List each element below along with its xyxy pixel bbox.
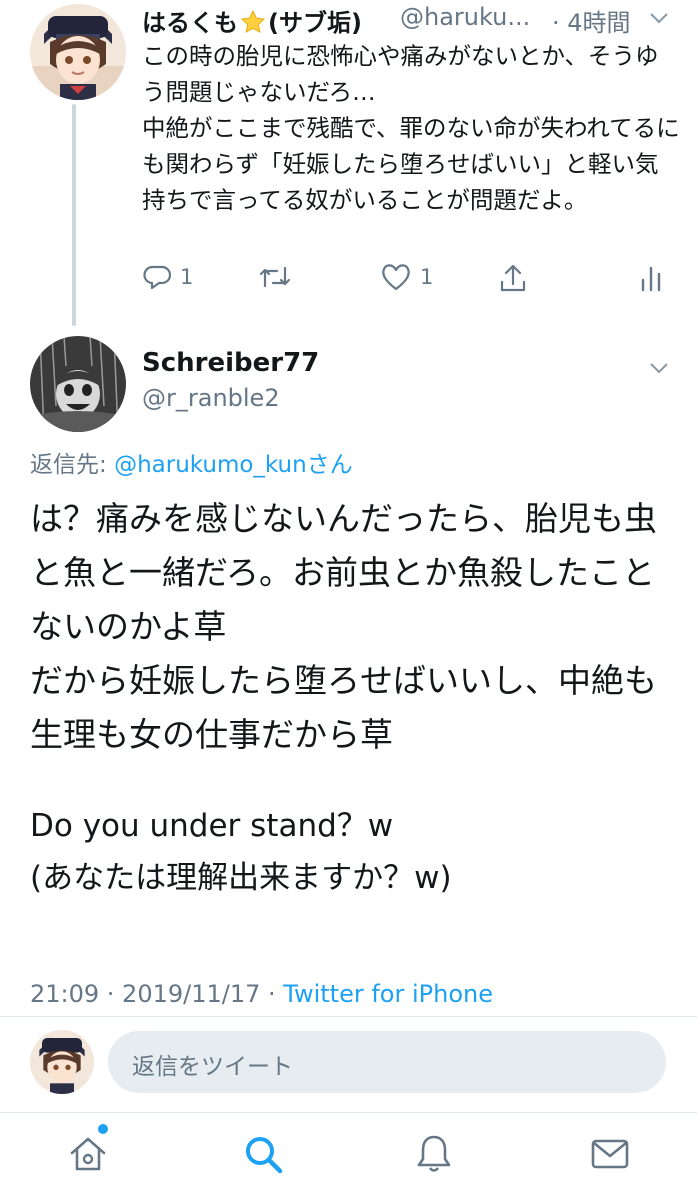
parent-name-suffix: (サブ垢) bbox=[268, 9, 362, 37]
parent-tweet-text: この時の胎児に恐怖心や痛みがないとか、そうゆう問題じゃないだろ… 中絶がここまで… bbox=[142, 42, 680, 214]
home-icon bbox=[70, 1137, 106, 1171]
reply-to-label: 返信先: bbox=[30, 452, 115, 478]
tab-bar-divider bbox=[0, 1112, 697, 1113]
star-icon bbox=[240, 9, 266, 34]
parent-like-count: 1 bbox=[420, 265, 434, 289]
parent-analytics-button[interactable] bbox=[638, 262, 664, 294]
parent-avatar[interactable] bbox=[30, 4, 126, 100]
main-display-name[interactable]: Schreiber77 bbox=[142, 348, 319, 378]
main-handle[interactable]: @r_ranble2 bbox=[142, 384, 280, 412]
reply-to-mention[interactable]: @harukumo_kunさん bbox=[114, 452, 353, 478]
parent-name-text: はるくも bbox=[142, 9, 238, 37]
tweet-timestamp: 21:09 · 2019/11/17 · bbox=[30, 980, 284, 1008]
notification-dot bbox=[98, 1124, 108, 1134]
main-tweet-text-english: Do you under stand？w (あなたは理解出来ますか？w) bbox=[30, 808, 452, 896]
notifications-icon bbox=[417, 1135, 451, 1172]
parent-chevron-down-icon[interactable] bbox=[649, 10, 669, 26]
like-icon bbox=[382, 264, 410, 291]
parent-reply-button[interactable]: 1 bbox=[142, 262, 193, 292]
tab-search[interactable] bbox=[241, 1132, 285, 1176]
reply-input[interactable]: 返信をツイート bbox=[108, 1031, 666, 1093]
parent-like-button[interactable]: 1 bbox=[380, 262, 433, 292]
analytics-icon bbox=[641, 266, 661, 292]
main-avatar[interactable] bbox=[30, 336, 126, 432]
share-icon bbox=[500, 264, 526, 292]
parent-handle[interactable]: @haruku... bbox=[400, 3, 530, 31]
divider bbox=[0, 1016, 697, 1017]
tab-home[interactable] bbox=[66, 1124, 110, 1176]
main-tweet-text: は？痛みを感じないんだったら、胎児も虫と魚と一緒だろ。お前虫とか魚殺したことない… bbox=[30, 499, 657, 754]
reply-placeholder: 返信をツイート bbox=[132, 1054, 293, 1080]
parent-display-name[interactable]: はるくも (サブ垢) bbox=[142, 3, 362, 38]
retweet-icon bbox=[259, 266, 291, 288]
own-avatar[interactable] bbox=[30, 1030, 94, 1094]
search-icon bbox=[246, 1137, 283, 1174]
parent-timestamp[interactable]: · 4時間 bbox=[552, 3, 631, 38]
main-chevron-down-icon[interactable] bbox=[649, 360, 669, 376]
tweet-meta: 21:09 · 2019/11/17 · Twitter for iPhone bbox=[30, 980, 493, 1008]
parent-retweet-button[interactable] bbox=[258, 262, 300, 292]
tweet-source-link[interactable]: Twitter for iPhone bbox=[283, 980, 493, 1008]
reply-icon bbox=[143, 265, 172, 290]
thread-line bbox=[72, 104, 76, 326]
reply-to-line: 返信先: @harukumo_kunさん bbox=[30, 445, 353, 479]
tab-notifications[interactable] bbox=[412, 1132, 456, 1176]
parent-reply-count: 1 bbox=[180, 265, 194, 289]
tab-messages[interactable] bbox=[588, 1132, 632, 1176]
messages-icon bbox=[591, 1139, 629, 1169]
parent-share-button[interactable] bbox=[498, 262, 528, 294]
